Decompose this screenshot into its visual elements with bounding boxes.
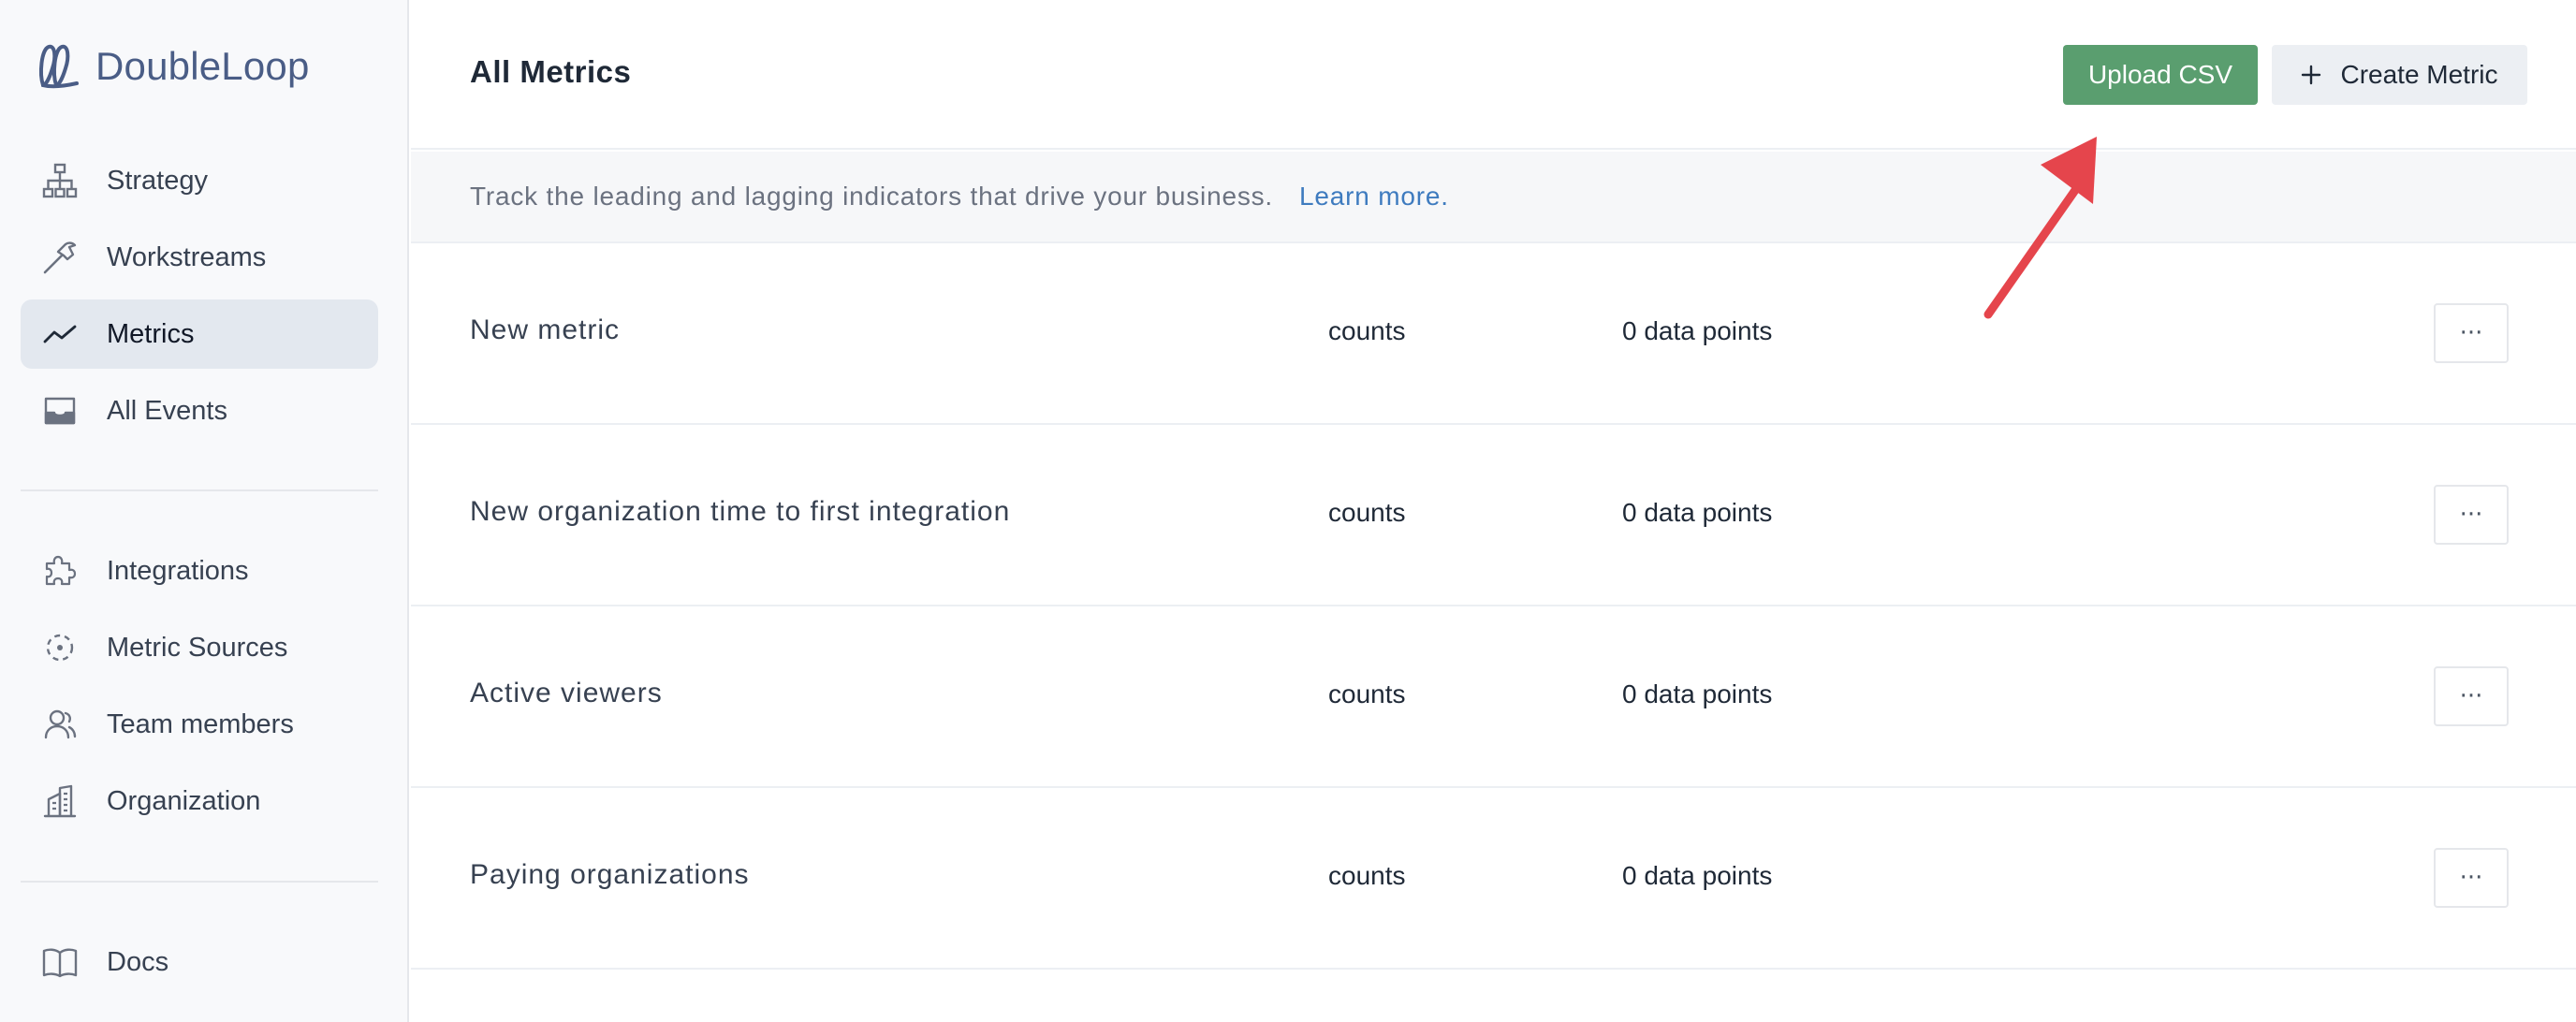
more-options-button[interactable]: ··· <box>2434 666 2509 726</box>
metric-name[interactable]: Paying organizations <box>470 859 750 891</box>
metric-data-points: 0 data points <box>1622 679 1773 708</box>
metric-row[interactable]: New metric counts 0 data points ··· <box>411 243 2576 425</box>
sidebar-item-label: Integrations <box>107 555 249 586</box>
metric-unit: counts <box>1328 498 1406 527</box>
plus-icon <box>2302 65 2321 85</box>
metric-unit: counts <box>1328 316 1406 345</box>
metric-row[interactable]: Paying organizations counts 0 data point… <box>411 788 2576 970</box>
more-options-button[interactable]: ··· <box>2434 848 2509 908</box>
sitemap-icon <box>42 163 78 198</box>
sidebar-item-workstreams[interactable]: Workstreams <box>21 223 378 292</box>
metric-data-points: 0 data points <box>1622 861 1773 890</box>
metric-unit: counts <box>1328 861 1406 890</box>
team-icon <box>44 709 77 739</box>
sidebar-item-docs[interactable]: Docs <box>21 927 378 997</box>
info-banner: Track the leading and lagging indicators… <box>411 152 2576 243</box>
sidebar-item-metric-sources[interactable]: Metric Sources <box>21 613 378 682</box>
create-metric-label: Create Metric <box>2340 60 2498 89</box>
sidebar-item-label: All Events <box>107 395 227 426</box>
trend-line-icon <box>43 325 77 343</box>
sidebar-item-label: Strategy <box>107 165 208 196</box>
more-options-button[interactable]: ··· <box>2434 303 2509 363</box>
sidebar-item-strategy[interactable]: Strategy <box>21 146 378 215</box>
upload-csv-label: Upload CSV <box>2087 60 2233 89</box>
metric-name[interactable]: New metric <box>470 314 620 346</box>
inbox-icon <box>44 397 76 425</box>
sidebar: DoubleLoop Strategy Workstreams Metrics … <box>0 0 409 1022</box>
sidebar-item-team-members[interactable]: Team members <box>21 690 378 759</box>
info-text: Track the leading and lagging indicators… <box>470 182 1274 211</box>
more-options-button[interactable]: ··· <box>2434 485 2509 545</box>
metric-name[interactable]: New organization time to first integrati… <box>470 496 1010 528</box>
sidebar-item-label: Docs <box>107 946 169 977</box>
metric-data-points: 0 data points <box>1622 498 1773 527</box>
main-content: All Metrics Upload CSV Create Metric Tra… <box>411 0 2576 1022</box>
sidebar-divider <box>21 881 378 883</box>
brand-name: DoubleLoop <box>95 44 310 88</box>
page-title: All Metrics <box>470 54 632 89</box>
sidebar-item-label: Metrics <box>107 318 195 349</box>
double-loop-logo-icon <box>39 44 79 89</box>
sidebar-item-organization[interactable]: Organization <box>21 766 378 836</box>
hammer-icon <box>43 241 77 274</box>
sidebar-item-label: Organization <box>107 785 261 816</box>
puzzle-icon <box>45 555 77 586</box>
building-icon <box>43 784 77 818</box>
page-header: All Metrics Upload CSV Create Metric <box>411 0 2576 150</box>
sidebar-item-label: Workstreams <box>107 241 267 272</box>
learn-more-link[interactable]: Learn more. <box>1299 182 1449 212</box>
sidebar-item-label: Team members <box>107 708 294 739</box>
sidebar-item-all-events[interactable]: All Events <box>21 376 378 445</box>
sidebar-divider <box>21 489 378 491</box>
metric-data-points: 0 data points <box>1622 316 1773 345</box>
book-icon <box>42 948 78 978</box>
data-source-icon <box>46 634 74 662</box>
sidebar-item-metrics[interactable]: Metrics <box>21 299 378 369</box>
sidebar-item-label: Metric Sources <box>107 632 288 663</box>
create-metric-button[interactable]: Create Metric <box>2272 45 2527 105</box>
metric-unit: counts <box>1328 679 1406 708</box>
metric-row[interactable]: New organization time to first integrati… <box>411 425 2576 606</box>
app-window: DoubleLoop Strategy Workstreams Metrics … <box>0 0 2576 1022</box>
sidebar-item-integrations[interactable]: Integrations <box>21 536 378 606</box>
brand[interactable]: DoubleLoop <box>37 39 310 94</box>
upload-csv-button[interactable]: Upload CSV <box>2063 45 2258 105</box>
metric-row[interactable]: Active viewers counts 0 data points ··· <box>411 606 2576 788</box>
metric-name[interactable]: Active viewers <box>470 678 663 709</box>
